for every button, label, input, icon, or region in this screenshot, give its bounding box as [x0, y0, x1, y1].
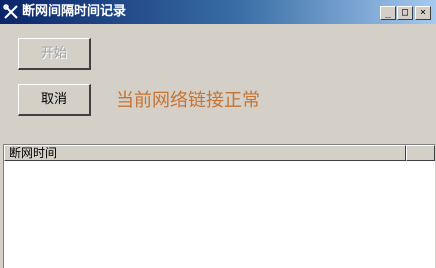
disconnect-time-list[interactable]: 断网时间	[3, 144, 435, 268]
minimize-button[interactable]: _	[380, 6, 396, 20]
title-bar[interactable]: 断网间隔时间记录 _ □ ×	[0, 0, 436, 24]
list-header: 断网时间	[4, 145, 435, 161]
column-header-disconnect-time[interactable]: 断网时间	[4, 145, 406, 161]
close-button[interactable]: ×	[415, 6, 431, 20]
tools-icon	[3, 4, 18, 19]
start-button[interactable]: 开始	[18, 38, 91, 70]
column-header-extra[interactable]	[406, 145, 435, 161]
cancel-button[interactable]: 取消	[18, 84, 91, 116]
network-status-text: 当前网络链接正常	[116, 90, 260, 111]
window-title: 断网间隔时间记录	[22, 4, 127, 19]
main-window: 断网间隔时间记录 _ □ × 开始 取消 当前网络链接正常 断网时间	[0, 0, 436, 268]
maximize-button[interactable]: □	[397, 6, 413, 20]
